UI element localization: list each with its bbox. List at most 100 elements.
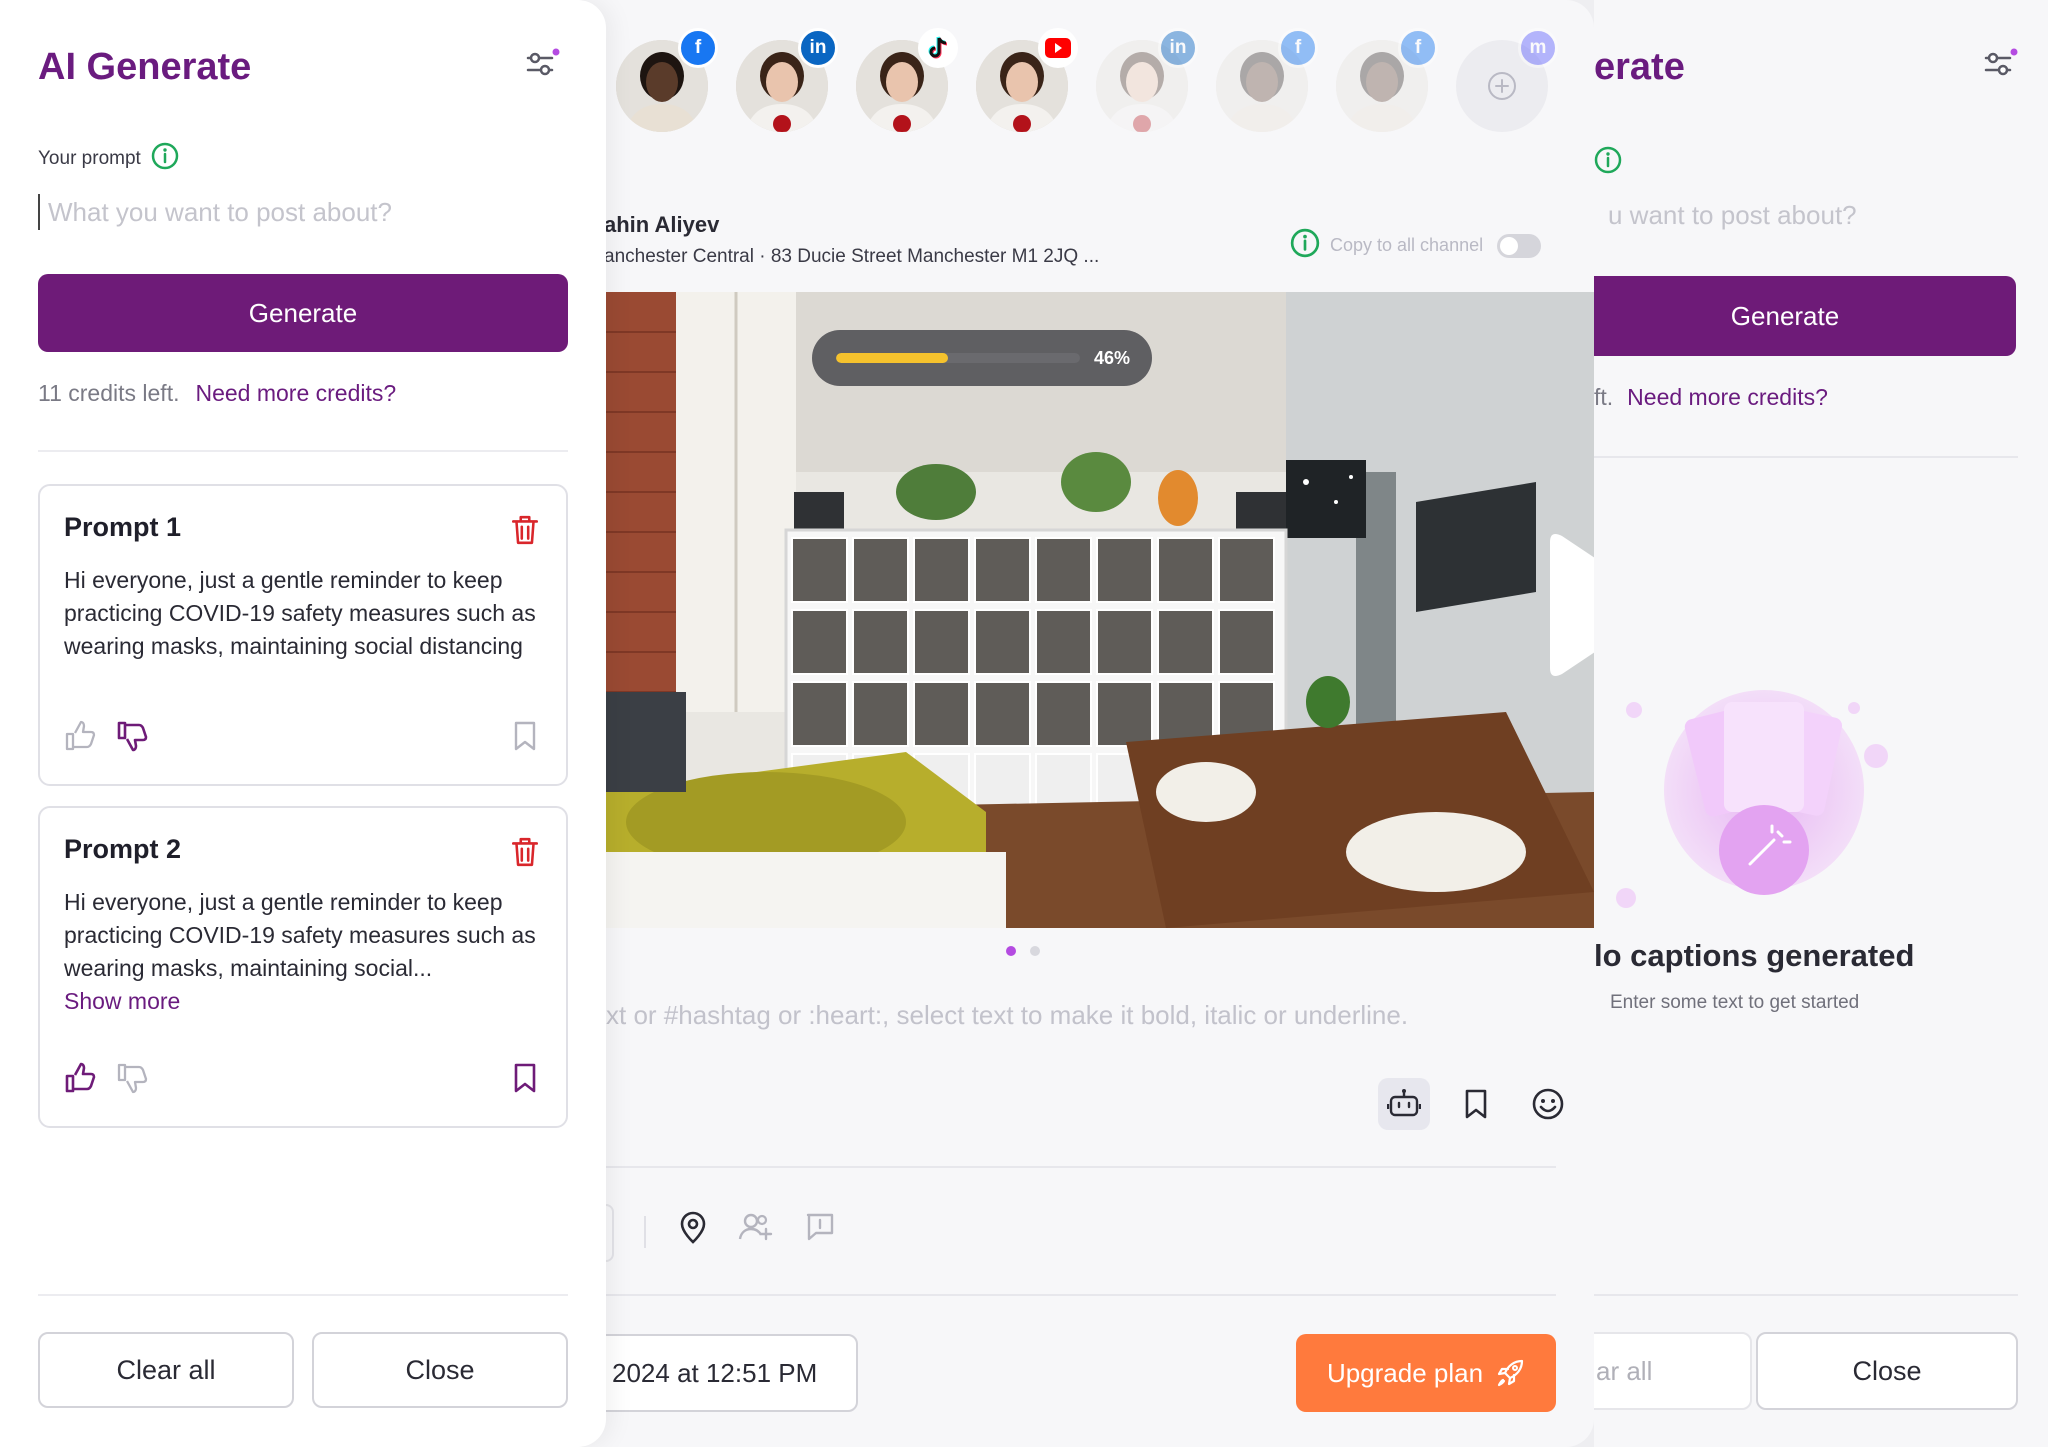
bookmark-icon[interactable] bbox=[512, 720, 538, 757]
tiktok-icon bbox=[918, 28, 958, 68]
app-stage: erate u want to post about? Generate ft.… bbox=[0, 0, 2048, 1447]
prompt-placeholder[interactable]: u want to post about? bbox=[1608, 200, 1857, 231]
divider bbox=[38, 1294, 568, 1296]
sliders-icon[interactable] bbox=[524, 48, 560, 85]
empty-state-title: lo captions generated bbox=[1594, 938, 1915, 973]
rocket-icon bbox=[1497, 1359, 1524, 1387]
feedback-actions bbox=[64, 720, 148, 757]
shelf-cubby bbox=[852, 681, 909, 747]
ai-generate-panel-secondary: erate u want to post about? Generate ft.… bbox=[1554, 0, 2048, 1447]
upgrade-plan-label: Upgrade plan bbox=[1326, 1357, 1484, 1388]
clear-all-button[interactable]: ar all bbox=[1574, 1332, 1752, 1410]
thumbs-up-icon[interactable] bbox=[64, 720, 96, 757]
bookmark-icon[interactable] bbox=[1450, 1078, 1502, 1130]
shelf-cubby bbox=[1035, 609, 1092, 675]
post-extra-tools bbox=[678, 1210, 836, 1249]
need-more-credits-link[interactable]: Need more credits? bbox=[195, 380, 396, 406]
divider bbox=[606, 1166, 1556, 1168]
shelf-cubby bbox=[1218, 609, 1275, 675]
facebook-icon: f bbox=[1278, 28, 1318, 68]
prompt-input[interactable] bbox=[38, 194, 568, 230]
info-icon[interactable] bbox=[1594, 146, 1622, 179]
divider bbox=[1594, 1294, 2018, 1296]
shelf-cubby bbox=[1035, 681, 1092, 747]
copy-to-all-channel[interactable]: Copy to all channel bbox=[1290, 228, 1542, 263]
emoji-icon[interactable] bbox=[1522, 1078, 1574, 1130]
thumbs-up-icon[interactable] bbox=[64, 1062, 96, 1099]
upgrade-plan-button[interactable]: Upgrade plan bbox=[1296, 1334, 1556, 1412]
linkedin-icon: in bbox=[1158, 28, 1198, 68]
shelf-cubby bbox=[852, 537, 909, 603]
bookmark-icon[interactable] bbox=[512, 1062, 538, 1099]
divider bbox=[644, 1216, 646, 1248]
feedback-actions bbox=[64, 1062, 148, 1099]
shelf-cubby bbox=[1096, 609, 1153, 675]
shelf-cubby bbox=[974, 609, 1031, 675]
credits-text: ft. bbox=[1594, 384, 1614, 410]
upload-progress: 46% bbox=[812, 330, 1152, 386]
shelf-cubby bbox=[913, 681, 970, 747]
trash-icon[interactable] bbox=[510, 514, 540, 551]
shelf-cubby bbox=[791, 537, 848, 603]
shelf-cubby bbox=[974, 537, 1031, 603]
sliders-icon[interactable] bbox=[1982, 48, 2018, 85]
trash-icon[interactable] bbox=[510, 836, 540, 873]
generate-button[interactable]: Generate bbox=[38, 274, 568, 352]
prompt-label-row: Your prompt bbox=[38, 142, 179, 176]
close-button[interactable]: Close bbox=[312, 1332, 568, 1408]
panel-title: AI Generate bbox=[38, 46, 252, 88]
upload-progress-fill bbox=[836, 353, 949, 363]
room-photo bbox=[606, 292, 1594, 928]
carousel-dot[interactable] bbox=[1030, 946, 1040, 956]
shelf-cubby bbox=[1218, 537, 1275, 603]
prompt-label: Your prompt bbox=[38, 148, 141, 169]
prompt-title: Prompt 2 bbox=[64, 834, 182, 864]
tag-users-icon[interactable] bbox=[738, 1211, 774, 1248]
credits-line: ft. Need more credits? bbox=[1594, 384, 1828, 411]
shelf-cubby bbox=[791, 609, 848, 675]
prompt-card[interactable]: Prompt 2 Hi everyone, just a gentle remi… bbox=[38, 806, 568, 1128]
divider bbox=[38, 450, 568, 452]
show-more-link[interactable]: Show more bbox=[64, 985, 544, 1018]
close-button[interactable]: Close bbox=[1756, 1332, 2018, 1410]
need-more-credits-link[interactable]: Need more credits? bbox=[1627, 384, 1828, 410]
ai-generate-panel: AI Generate Your prompt Generate 11 cred… bbox=[0, 0, 606, 1447]
shelf-cubby bbox=[1157, 609, 1214, 675]
thumbs-down-icon[interactable] bbox=[116, 1062, 148, 1099]
channel-selector: f in in f f m bbox=[616, 22, 1594, 152]
caption-input[interactable]: xt or #hashtag or :heart:, select text t… bbox=[606, 1000, 1408, 1031]
facebook-icon: f bbox=[678, 28, 718, 68]
editor-toolbar bbox=[1378, 1078, 1574, 1130]
profile-location: anchester Central · 83 Ducie Street Manc… bbox=[604, 246, 1100, 267]
shelf-cubby bbox=[852, 609, 909, 675]
generate-button[interactable]: Generate bbox=[1554, 276, 2016, 356]
prompt-title: Prompt 1 bbox=[64, 512, 182, 542]
facebook-icon: f bbox=[1398, 28, 1438, 68]
info-icon bbox=[1290, 228, 1320, 263]
play-icon[interactable] bbox=[1540, 530, 1594, 685]
credits-line: 11 credits left. Need more credits? bbox=[38, 380, 396, 407]
prompt-text-content: Hi everyone, just a gentle reminder to k… bbox=[64, 889, 536, 981]
divider bbox=[1594, 456, 2018, 458]
thumbs-down-icon[interactable] bbox=[116, 720, 148, 757]
copy-to-all-toggle[interactable] bbox=[1497, 233, 1542, 258]
prompt-card[interactable]: Prompt 1 Hi everyone, just a gentle remi… bbox=[38, 484, 568, 786]
prompt-text-content: Hi everyone, just a gentle reminder to k… bbox=[64, 567, 536, 659]
media-preview[interactable] bbox=[606, 292, 1594, 928]
clear-all-button[interactable]: Clear all bbox=[38, 1332, 294, 1408]
comment-icon[interactable] bbox=[804, 1211, 836, 1248]
carousel-dot[interactable] bbox=[1006, 946, 1016, 956]
post-composer: f in in f f m ahin Aliyev anchester Central ·… bbox=[560, 0, 1594, 1447]
shelf-cubby bbox=[913, 537, 970, 603]
location-pin-icon[interactable] bbox=[678, 1210, 708, 1249]
youtube-icon bbox=[1038, 28, 1078, 68]
shelf-cubby bbox=[913, 609, 970, 675]
plus-circle-icon bbox=[1488, 72, 1516, 100]
divider bbox=[606, 1294, 1556, 1296]
robot-icon[interactable] bbox=[1378, 1078, 1430, 1130]
credits-text: 11 credits left. bbox=[38, 380, 180, 406]
info-icon[interactable] bbox=[151, 142, 179, 176]
profile-name: ahin Aliyev bbox=[604, 212, 720, 237]
empty-state-illustration bbox=[1614, 680, 1914, 925]
linkedin-icon: in bbox=[798, 28, 838, 68]
